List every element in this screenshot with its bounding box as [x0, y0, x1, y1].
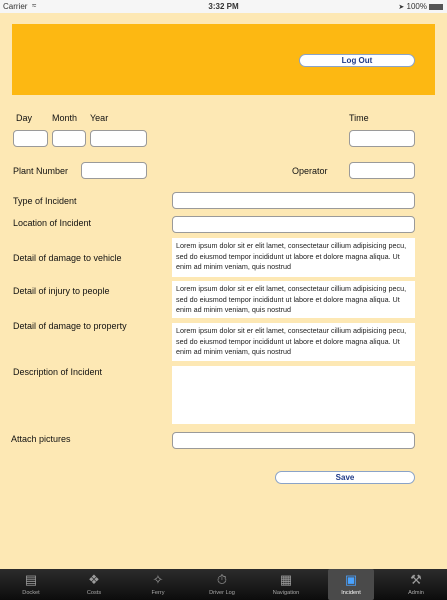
status-time: 3:32 PM [208, 2, 239, 11]
tab-label: Admin [408, 590, 424, 596]
operator-field[interactable] [349, 162, 415, 179]
day-label: Day [16, 113, 33, 123]
tab-docket[interactable]: ▤ Docket [5, 569, 57, 600]
save-button[interactable]: Save [275, 471, 415, 484]
day-field[interactable] [13, 130, 48, 147]
tab-ferry[interactable]: ✧ Ferry [132, 569, 184, 600]
wrench-icon: ⚒ [410, 572, 422, 587]
vehicle-damage-label: Detail of damage to vehicle [13, 253, 122, 263]
vehicle-damage-textarea[interactable]: Lorem ipsum dolor sit er elit lamet, con… [172, 238, 415, 277]
attach-pictures-label: Attach pictures [11, 434, 71, 444]
tab-navigation[interactable]: ▦ Navigation [260, 569, 312, 600]
injury-textarea[interactable]: Lorem ipsum dolor sit er elit lamet, con… [172, 281, 415, 318]
injury-label: Detail of injury to people [13, 286, 110, 296]
tab-label: Navigation [272, 590, 300, 596]
plant-number-label: Plant Number [13, 166, 69, 176]
battery-percent: 100% [406, 2, 427, 11]
status-bar: Carrier ≈ 3:32 PM ➤ 100% [0, 0, 447, 13]
tab-label: Docket [22, 590, 40, 596]
operator-label: Operator [292, 166, 328, 176]
property-damage-textarea[interactable]: Lorem ipsum dolor sit er elit lamet, con… [172, 323, 415, 361]
tab-label: Incident [341, 590, 361, 596]
tab-costs[interactable]: ❖ Costs [68, 569, 120, 600]
ferry-icon: ✧ [152, 572, 164, 587]
month-field[interactable] [52, 130, 86, 147]
description-textarea[interactable] [172, 366, 415, 424]
tag-icon: ❖ [88, 572, 100, 587]
map-icon: ▦ [279, 572, 293, 587]
type-of-incident-label: Type of Incident [13, 196, 77, 206]
logout-button[interactable]: Log Out [299, 54, 415, 67]
book-icon: ▤ [24, 572, 38, 587]
tab-driver-log[interactable]: ⏱ Driver Log [196, 569, 248, 600]
tab-label: Ferry [151, 590, 165, 596]
tab-bar: ▤ Docket ❖ Costs ✧ Ferry ⏱ Driver Log ▦ … [0, 569, 447, 600]
year-label: Year [90, 113, 109, 123]
location-label: Location of Incident [13, 218, 92, 228]
tab-label: Costs [86, 590, 102, 596]
location-field[interactable] [172, 216, 415, 233]
type-of-incident-field[interactable] [172, 192, 415, 209]
stopwatch-icon: ⏱ [216, 572, 228, 587]
battery-indicator: ➤ 100% [398, 2, 443, 11]
time-field[interactable] [349, 130, 415, 147]
month-label: Month [52, 113, 78, 123]
attach-pictures-field[interactable] [172, 432, 415, 449]
battery-icon [429, 3, 443, 10]
briefcase-icon: ▣ [344, 572, 358, 587]
time-label: Time [349, 113, 369, 123]
tab-label: Driver Log [209, 590, 235, 596]
plant-number-field[interactable] [81, 162, 147, 179]
tab-admin[interactable]: ⚒ Admin [390, 569, 442, 600]
year-field[interactable] [90, 130, 147, 147]
description-label: Description of Incident [13, 367, 103, 377]
property-damage-label: Detail of damage to property [13, 321, 127, 331]
tab-incident[interactable]: ▣ Incident [328, 569, 374, 600]
